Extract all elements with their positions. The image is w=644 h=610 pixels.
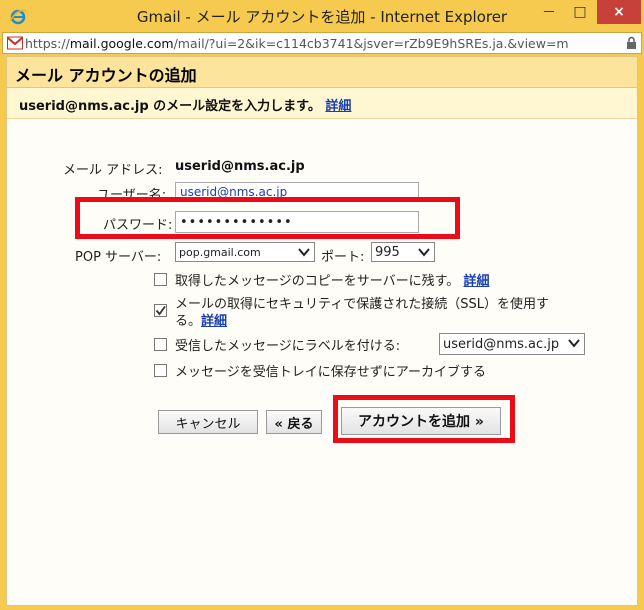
ssl-details-link[interactable]: 詳細: [201, 314, 227, 329]
label-incoming-checkbox[interactable]: [154, 338, 167, 351]
add-account-highlight-box: [333, 395, 515, 443]
leave-copy-label: 取得したメッセージのコピーをサーバーに残す。: [175, 274, 460, 289]
password-highlight-box: [75, 197, 460, 239]
cancel-button[interactable]: キャンセル: [158, 410, 258, 434]
label-select-value: userid@nms.ac.jp: [443, 336, 560, 352]
chevron-down-icon: [418, 248, 430, 257]
pop-server-label: POP サーバー:: [75, 250, 162, 265]
port-select[interactable]: 995: [371, 242, 435, 262]
lock-icon: [627, 36, 636, 49]
close-button[interactable]: ×: [597, 0, 641, 24]
email-value: userid@nms.ac.jp: [175, 159, 305, 174]
dialog-title: メール アカウントの追加: [15, 66, 197, 85]
minimize-button[interactable]: －: [535, 0, 563, 24]
ssl-checkbox[interactable]: [154, 304, 167, 317]
browser-window: Gmail - メール アカウントを追加 - Internet Explorer…: [0, 0, 644, 610]
url-path: /mail/?ui=2&ik=c114cb3741&jsver=rZb9E9hS…: [173, 36, 569, 51]
subheading-details-link[interactable]: 詳細: [325, 99, 351, 114]
subheading-text: userid@nms.ac.jp のメール設定を入力します。: [19, 99, 321, 114]
pop-server-value: pop.gmail.com: [179, 245, 261, 259]
ssl-label-line1: メールの取得にセキュリティで保護された接続（SSL）を使用す: [175, 297, 549, 312]
address-bar[interactable]: https://mail.google.com/mail/?ui=2&ik=c1…: [2, 32, 642, 54]
label-incoming-label: 受信したメッセージにラベルを付ける:: [175, 339, 401, 354]
label-select[interactable]: userid@nms.ac.jp: [439, 333, 585, 355]
port-value: 995: [375, 244, 400, 260]
dialog-subheading: userid@nms.ac.jp のメール設定を入力します。 詳細: [7, 88, 637, 119]
title-bar: Gmail - メール アカウントを追加 - Internet Explorer…: [0, 0, 644, 32]
dialog-header: メール アカウントの追加: [7, 57, 637, 88]
archive-checkbox[interactable]: [154, 364, 167, 377]
checkmark-icon: [155, 305, 166, 316]
chevron-down-icon: [568, 339, 580, 348]
gmail-icon: [7, 36, 23, 50]
leave-copy-details-link[interactable]: 詳細: [463, 274, 489, 289]
url-text: https://mail.google.com/mail/?ui=2&ik=c1…: [25, 36, 569, 51]
port-label: ポート:: [321, 250, 365, 265]
leave-copy-checkbox[interactable]: [154, 273, 167, 286]
pop-server-select[interactable]: pop.gmail.com: [175, 242, 315, 262]
email-label: メール アドレス:: [63, 163, 163, 178]
archive-label: メッセージを受信トレイに保存せずにアーカイブする: [175, 365, 486, 380]
url-host: mail.google.com: [69, 36, 174, 51]
back-button[interactable]: « 戻る: [266, 410, 322, 434]
maximize-button[interactable]: □: [566, 0, 594, 24]
ssl-label-line2: る。: [175, 314, 202, 329]
chevron-down-icon: [298, 248, 310, 257]
url-prefix: https://: [25, 36, 70, 51]
dialog-content: メール アカウントの追加 userid@nms.ac.jp のメール設定を入力し…: [6, 56, 638, 606]
